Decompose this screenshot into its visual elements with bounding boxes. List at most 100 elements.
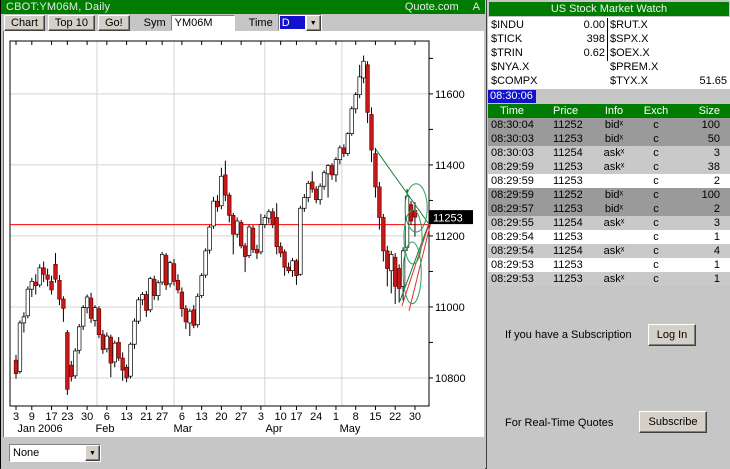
candle-body [250,227,256,250]
tns-cell: askˣ [603,273,625,285]
candle-body [393,256,398,287]
x-axis-label: 9 [29,411,35,423]
x-axis-label: 27 [156,411,168,423]
x-axis-label: 23 [61,411,73,423]
candle-body [57,279,62,300]
tns-cell: 08:29:59 [491,189,534,201]
x-axis-month-label: Apr [265,423,282,435]
x-axis-label: 1 [333,411,339,423]
x-axis-label: 30 [409,411,421,423]
tns-cell: 08:29:59 [491,175,534,187]
symbol-input[interactable] [170,14,235,31]
titlebar-a-label: A [472,1,480,13]
go-button[interactable]: Go! [97,14,130,31]
candle-body [77,326,82,351]
top10-button[interactable]: Top 10 [47,14,95,31]
tns-cell: 11254 [553,245,583,257]
x-axis-label: 15 [369,411,381,423]
candle-body [310,181,315,190]
time-and-sales-body: 08:30:04 11252 bidˣ c 100 08:30:03 11253 bidˣ c 5… [488,118,730,286]
tns-cell: 100 [701,119,720,131]
tns-cell: 50 [707,133,720,145]
candle-body [65,332,70,390]
candlestick-chart: 10800110001120011400116003 9 17 23 30 6 13 21 27… [9,40,473,435]
tns-cell: bidˣ [604,203,624,215]
market-watch-row: $INDU 0.00 $RUT.X [488,18,730,32]
log-in-button[interactable]: Log In [648,324,696,346]
candle-body [345,133,350,154]
candle-body [73,350,78,377]
timeframe-dropdown-arrow-icon[interactable]: ▼ [305,15,321,31]
tns-cell: 1 [713,259,720,271]
chart-window-titlebar: CBOT:YM06M, Daily Quote.com A [1,0,485,14]
tns-cell: 11253 [553,175,583,187]
candle-body [239,222,244,247]
candle-body [33,281,38,286]
candle-body [333,159,339,176]
candle-body [171,263,177,282]
tns-cell: c [653,175,659,187]
indicator-dropdown-arrow-icon[interactable]: ▼ [85,445,100,461]
indicator-dropdown[interactable]: None ▼ [9,444,101,462]
candle-body [112,342,117,363]
candle-body [215,200,220,208]
candle-body [278,246,283,254]
market-watch-symbol: $TYX.X [610,75,648,87]
tns-cell: c [653,245,659,257]
tns-cell: 11253 [553,231,583,243]
candle-body [381,217,386,252]
candle-body [175,279,181,291]
chart-window-title: CBOT:YM06M, Daily [6,1,111,13]
tns-cell: 1 [713,231,720,243]
tns-cell: 11253 [553,273,583,285]
candle-body [286,266,291,272]
x-axis-label: 21 [140,411,152,423]
tns-cell: bidˣ [604,133,624,145]
candle-body [84,296,90,308]
time-and-sales-header: Time Price Info Exch Size [488,104,730,118]
candle-body [88,297,94,319]
tns-cell: c [653,217,659,229]
tns-cell: c [653,273,659,285]
candle-body [306,183,311,198]
tns-cell: 2 [713,203,720,215]
subscribe-button[interactable]: Subscribe [639,411,707,433]
candle-body [231,214,236,235]
x-axis-label: 22 [389,411,401,423]
candle-body [262,217,267,225]
timeframe-dropdown[interactable]: D ▼ [277,14,322,31]
tns-cell: askˣ [603,161,625,173]
chart-button[interactable]: Chart [4,14,45,31]
tns-cell: 2 [713,175,720,187]
tns-column-header: Size [698,105,720,117]
tns-row: 08:29:59 11253 c 2 [488,174,730,188]
candle-body [266,211,271,219]
candle-body [104,335,110,350]
tns-cell: 08:29:59 [491,161,534,173]
candle-body [258,224,264,253]
candle-body [41,267,46,275]
candle-body [128,343,133,377]
candle-body [21,316,27,324]
candle-body [100,334,106,350]
x-axis-label: 30 [81,411,93,423]
tns-cell: c [653,119,659,131]
tns-cell: 08:29:55 [491,217,534,229]
candle-body [179,291,185,310]
market-watch-title: US Stock Market Watch [489,2,729,16]
tns-row: 08:29:59 11252 bidˣ c 100 [488,188,730,202]
market-watch-value: 398 [586,33,605,45]
candle-body [187,310,192,324]
candle-body [314,188,319,201]
candle-body [353,94,358,110]
tns-cell: askˣ [603,217,625,229]
time-label: Time [248,16,273,29]
candle-body [282,251,287,268]
time-and-sales-table: Time Price Info Exch Size 08:30:04 11252 bidˣ c… [488,104,730,286]
tns-column-header: Price [553,105,579,117]
sym-label: Sym [143,16,166,29]
candle-body [274,217,279,247]
candle-body [25,288,30,317]
candle-body [156,282,161,296]
x-axis-label: 8 [353,411,359,423]
